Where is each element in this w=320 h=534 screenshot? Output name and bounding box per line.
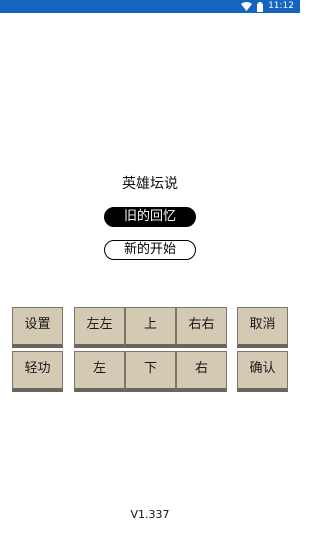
game-title: 英雄坛说	[122, 176, 178, 192]
left-key[interactable]: 左	[74, 351, 125, 392]
status-time: 11:12	[268, 1, 294, 11]
cancel-key[interactable]: 取消	[237, 307, 288, 348]
left-left-key[interactable]: 左左	[74, 307, 125, 348]
down-key[interactable]: 下	[125, 351, 176, 392]
wifi-icon	[241, 2, 253, 11]
up-key[interactable]: 上	[125, 307, 176, 348]
right-key[interactable]: 右	[176, 351, 227, 392]
continue-button[interactable]: 旧的回忆	[104, 207, 196, 227]
qinggong-key[interactable]: 轻功	[12, 351, 63, 392]
right-right-key[interactable]: 右右	[176, 307, 227, 348]
battery-icon	[257, 1, 264, 12]
settings-key[interactable]: 设置	[12, 307, 63, 348]
version-label: V1.337	[130, 508, 170, 521]
status-bar: 11:12	[0, 0, 300, 13]
confirm-key[interactable]: 确认	[237, 351, 288, 392]
new-game-button[interactable]: 新的开始	[104, 240, 196, 260]
